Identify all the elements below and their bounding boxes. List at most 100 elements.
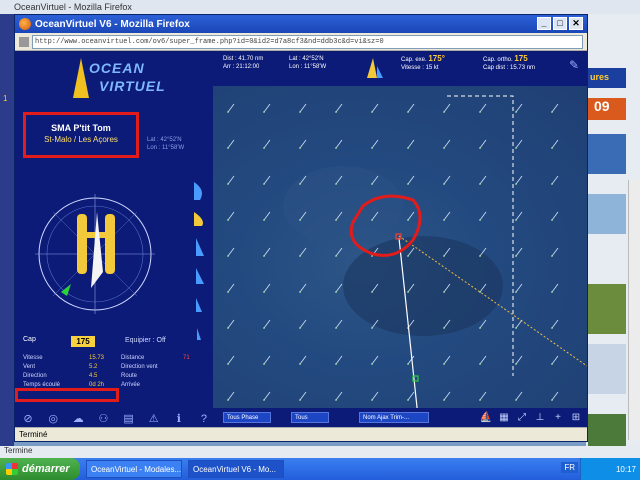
wind-arrow-head [335,183,337,185]
wind-arrow-head [299,291,301,293]
info-icon[interactable]: ℹ [172,412,186,426]
ocean-virtuel-app: OCEAN VIRTUEL SMA P'tit Tom St-Malo / Le… [15,52,587,427]
wind-arrow-head [263,363,265,365]
elapsed-time-highlight [15,388,119,402]
wind-arrow [227,283,235,293]
wind-arrow-head [335,327,337,329]
grid-icon[interactable]: ▦ [497,411,511,425]
wind-arrow [479,139,487,149]
stat-label: Direction [23,373,47,379]
stat-row: Direction 4.5 Route [23,372,208,381]
wind-arrow-head [515,183,517,185]
sea-map[interactable] [213,86,587,408]
wind-arrow-head [371,219,373,221]
wind-arrow [263,319,271,329]
wind-arrow-head [407,399,409,401]
help-icon[interactable]: ? [197,412,211,426]
wind-arrow-head [479,327,481,329]
left-toolbar: ⊘ ◎ ☁ ⚇ ▤ ⚠ ℹ ? [21,412,211,426]
stat-label: Vitesse [23,355,43,361]
compass-rose[interactable] [33,192,157,316]
wind-arrow-head [335,219,337,221]
people-icon[interactable]: ⚇ [96,412,110,426]
background-ad-text: ures [588,68,626,88]
pen-icon[interactable]: ✎ [569,58,579,72]
language-indicator[interactable]: FR [561,462,578,473]
close-button[interactable]: ✕ [569,17,583,30]
maximize-button[interactable]: □ [553,17,567,30]
wind-arrow-head [551,291,553,293]
map-canvas[interactable] [213,86,587,408]
wind-arrow [335,283,343,293]
wind-arrow [515,355,523,365]
wind-arrow [371,103,379,113]
taskbar-item-2[interactable]: OceanVirtuel V6 - Mo... [188,460,284,478]
wind-arrow-head [515,147,517,149]
wind-arrow-head [479,363,481,365]
ortho-heading-label: Cap. ortho. [483,57,513,63]
position-info: Lat : 42°52'N Lon : 11°58'W [289,55,326,71]
wind-arrow-head [371,147,373,149]
sail-genoa-icon[interactable] [187,264,209,286]
target-icon[interactable]: ◎ [46,412,60,426]
wind-arrow-head [551,363,553,365]
boat-icon[interactable]: ⛵ [479,411,493,425]
crosshair-icon[interactable]: ⊥ [533,411,547,425]
heading-input[interactable]: 175 [71,336,95,347]
wind-arrow [479,391,487,401]
expand-icon[interactable]: ⤢ [515,411,529,425]
url-field[interactable]: http://www.oceanvirtuel.com/ov6/super_fr… [32,34,583,49]
wind-arrow-head [515,399,517,401]
boat-position: Lat : 42°52'N Lon : 11°58'W [147,136,184,152]
exe-heading-info: Cap. exe. 175° Vitesse : 15 kt [401,55,445,72]
boat-select[interactable]: Nom Ajax Trim-... [359,412,429,423]
speed-label: Vitesse : 15 kt [401,65,439,71]
wind-arrow-head [263,147,265,149]
chart-icon[interactable]: ▤ [122,412,136,426]
weather-icon[interactable]: ☁ [71,412,85,426]
map-grid-icon[interactable]: ⊞ [569,411,583,425]
windows-logo-icon [6,463,18,475]
popup-titlebar[interactable]: OceanVirtuel V6 - Mozilla Firefox _ □ ✕ [15,15,587,33]
sail-spinnaker-icon[interactable] [187,180,209,202]
wind-arrow-head [551,183,553,185]
desktop-screen: OceanVirtuel - Mozilla Firefox 1 ures 09… [0,0,640,480]
wind-arrow-head [443,399,445,401]
wind-arrow [227,247,235,257]
filter-select[interactable]: Tous [291,412,329,423]
wind-arrow-head [227,219,229,221]
wind-arrow [479,211,487,221]
wind-arrow [407,391,415,401]
wind-arrow-head [515,327,517,329]
wind-arrow [551,175,559,185]
wind-arrow-head [407,111,409,113]
heading-row: Cap 175 Equipier : Off [23,336,208,348]
wind-arrow [515,247,523,257]
wind-arrow [479,355,487,365]
warning-icon[interactable]: ⚠ [147,412,161,426]
sail-jib-icon[interactable] [187,236,209,258]
taskbar-item-1[interactable]: OceanVirtuel - Modales... [86,460,182,478]
wind-arrow-head [371,363,373,365]
wind-arrow [371,391,379,401]
wind-arrow [443,391,451,401]
phase-select[interactable]: Tous Phase [223,412,271,423]
wind-arrow [515,391,523,401]
wind-arrow-head [371,327,373,329]
zoom-icon[interactable]: ⊘ [21,412,35,426]
wind-arrow-head [335,363,337,365]
sail-genaker-icon[interactable] [187,208,209,230]
background-scrollbar[interactable] [628,180,640,440]
wind-arrow-head [263,183,265,185]
wind-arrow [407,175,415,185]
minimize-button[interactable]: _ [537,17,551,30]
start-button[interactable]: démarrer [0,458,80,480]
background-ad-image [588,344,626,394]
wind-arrow-head [443,327,445,329]
plus-icon[interactable]: + [551,411,565,425]
crew-status[interactable]: Equipier : Off [125,337,166,344]
background-left-strip: 1 [0,14,14,454]
stat-value: 4.5 [89,373,98,379]
sail-staysail-icon[interactable] [187,292,209,314]
catamaran-icon [77,212,115,288]
